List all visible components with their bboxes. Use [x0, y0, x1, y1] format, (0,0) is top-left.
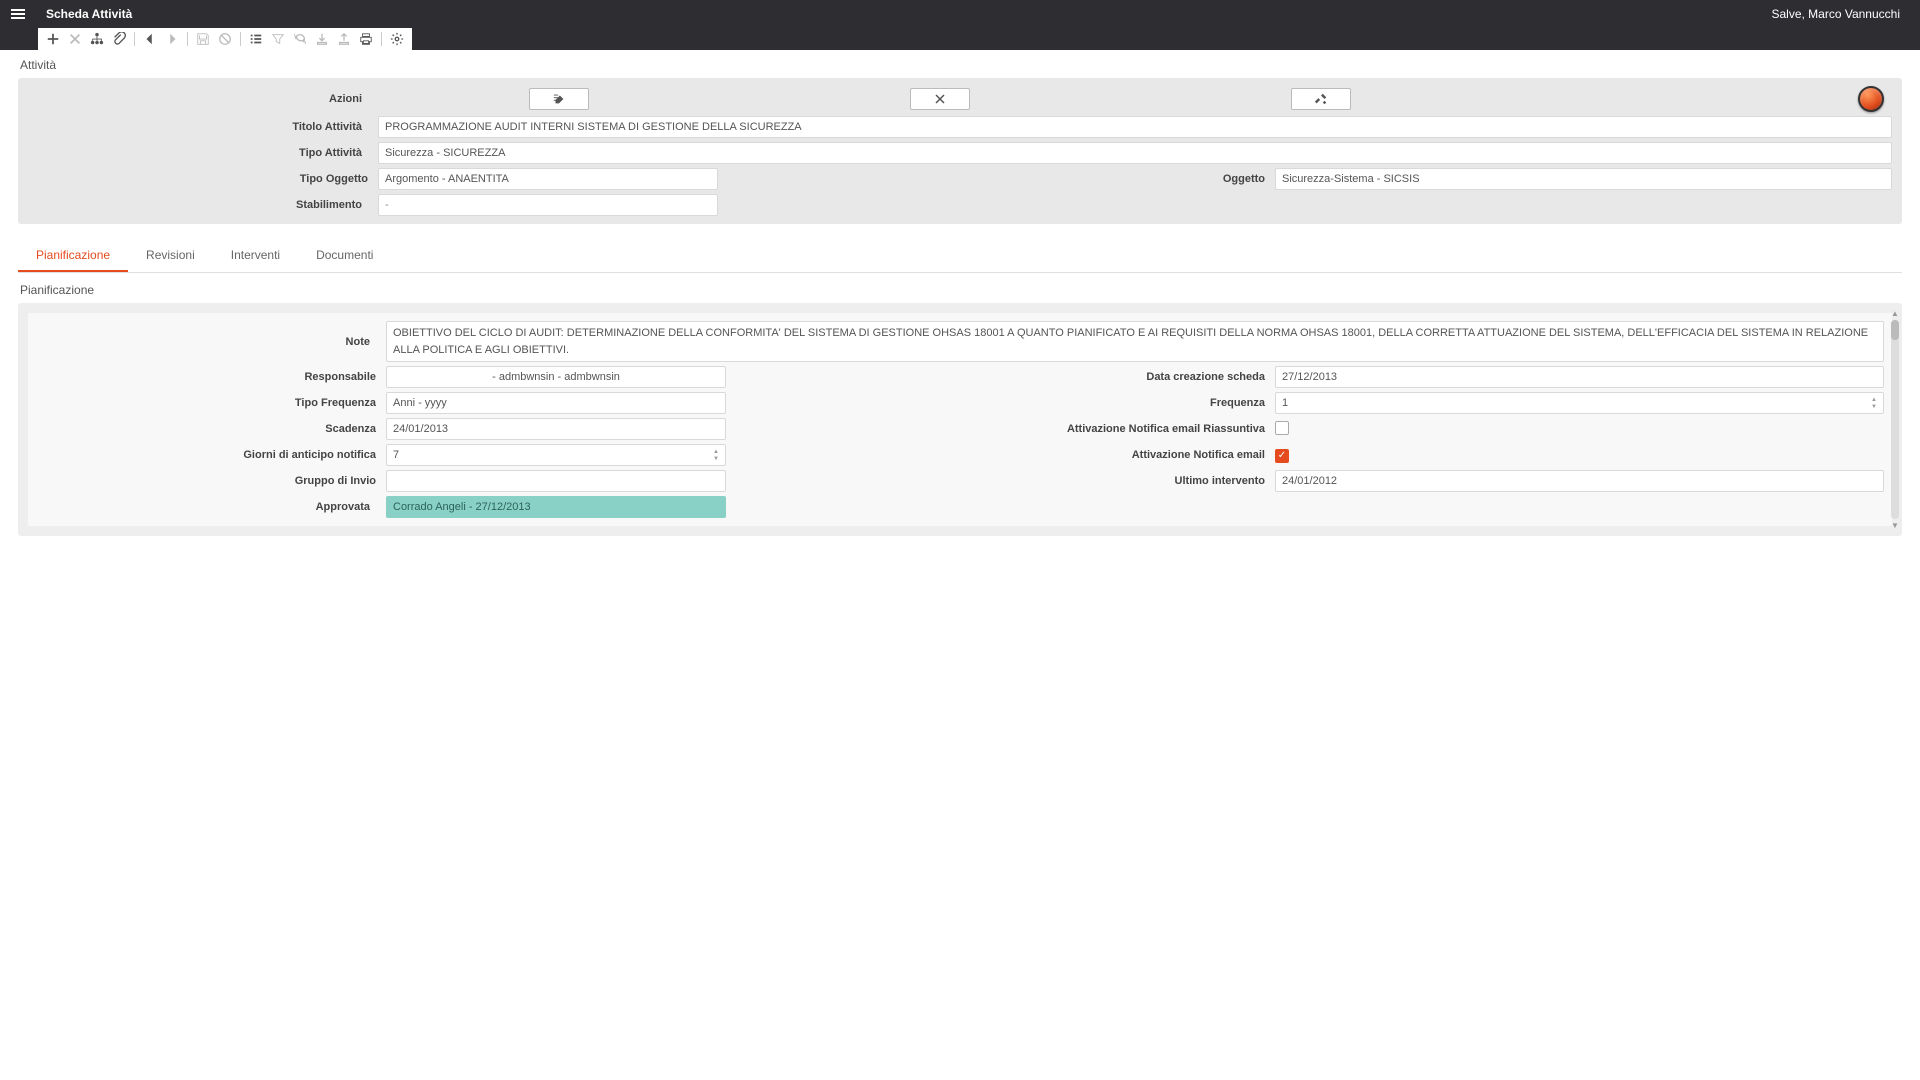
- label-tipo-attivita: Tipo Attività: [28, 147, 368, 159]
- panel-attivita: Azioni Titolo Attività PROGRAMMAZIONE AU…: [18, 78, 1902, 224]
- spinner-icon[interactable]: ▲▼: [1871, 397, 1877, 410]
- label-data-creazione: Data creazione scheda: [965, 371, 1265, 383]
- tab-interventi[interactable]: Interventi: [213, 238, 298, 272]
- tipo-oggetto-field[interactable]: Argomento - ANAENTITA: [378, 168, 718, 190]
- action-tools-button[interactable]: [1291, 88, 1351, 110]
- print-icon[interactable]: [355, 28, 377, 50]
- section-title-pianificazione: Pianificazione: [18, 273, 1902, 303]
- menu-button[interactable]: [0, 0, 36, 28]
- scadenza-field[interactable]: 24/01/2013: [386, 418, 726, 440]
- label-notif-riassuntiva: Attivazione Notifica email Riassuntiva: [965, 423, 1265, 435]
- toolbar: [38, 28, 412, 50]
- frequenza-value: 1: [1282, 397, 1288, 409]
- note-field[interactable]: OBIETTIVO DEL CICLO DI AUDIT: DETERMINAZ…: [386, 321, 1884, 362]
- separator: [381, 32, 382, 46]
- tab-documenti[interactable]: Documenti: [298, 238, 391, 272]
- giorni-anticipo-value: 7: [393, 449, 399, 461]
- list-icon[interactable]: [245, 28, 267, 50]
- toolbar-wrap: [0, 28, 1920, 50]
- ultimo-intervento-field[interactable]: 24/01/2012: [1275, 470, 1884, 492]
- scrollbar[interactable]: ▲ ▼: [1890, 309, 1900, 530]
- label-tipo-oggetto: Tipo Oggetto: [28, 173, 368, 185]
- content-area: Attività Azioni Titolo Attività PROGRAMM…: [0, 50, 1920, 1080]
- notifica-riassuntiva-checkbox[interactable]: [1275, 421, 1289, 435]
- responsabile-field[interactable]: - admbwnsin - admbwnsin: [386, 366, 726, 388]
- scroll-down-icon[interactable]: ▼: [1891, 521, 1899, 530]
- export-icon[interactable]: [333, 28, 355, 50]
- forward-icon[interactable]: [161, 28, 183, 50]
- label-ultimo-intervento: Ultimo intervento: [965, 475, 1265, 487]
- tab-pianificazione[interactable]: Pianificazione: [18, 238, 128, 272]
- filter-icon[interactable]: [267, 28, 289, 50]
- action-edit-button[interactable]: [529, 88, 589, 110]
- label-approvata: Approvata: [36, 501, 376, 513]
- separator: [187, 32, 188, 46]
- tabs: Pianificazione Revisioni Interventi Docu…: [18, 238, 1902, 273]
- cancel-icon[interactable]: [214, 28, 236, 50]
- gruppo-invio-field[interactable]: [386, 470, 726, 492]
- data-creazione-field[interactable]: 27/12/2013: [1275, 366, 1884, 388]
- user-greeting: Salve, Marco Vannucchi: [1771, 7, 1900, 21]
- stabilimento-field[interactable]: -: [378, 194, 718, 216]
- label-scadenza: Scadenza: [36, 423, 376, 435]
- tree-icon[interactable]: [86, 28, 108, 50]
- label-notif-email: Attivazione Notifica email: [965, 449, 1265, 461]
- section-title-attivita: Attività: [18, 50, 1902, 78]
- giorni-anticipo-field[interactable]: 7 ▲▼: [386, 444, 726, 466]
- label-giorni-anticipo: Giorni di anticipo notifica: [36, 449, 376, 461]
- approvata-field: Corrado Angeli - 27/12/2013: [386, 496, 726, 518]
- label-note: Note: [36, 336, 376, 348]
- back-icon[interactable]: [139, 28, 161, 50]
- import-icon[interactable]: [311, 28, 333, 50]
- tipo-frequenza-field[interactable]: Anni - yyyy: [386, 392, 726, 414]
- window-title: Scheda Attività: [46, 7, 132, 21]
- separator: [240, 32, 241, 46]
- label-stabilimento: Stabilimento: [28, 199, 368, 211]
- save-icon[interactable]: [192, 28, 214, 50]
- close-icon[interactable]: [64, 28, 86, 50]
- label-azioni: Azioni: [28, 93, 368, 105]
- titolo-field[interactable]: PROGRAMMAZIONE AUDIT INTERNI SISTEMA DI …: [378, 116, 1892, 138]
- settings-icon[interactable]: [386, 28, 408, 50]
- refresh-icon[interactable]: [289, 28, 311, 50]
- action-close-button[interactable]: [910, 88, 970, 110]
- scroll-up-icon[interactable]: ▲: [1891, 309, 1899, 318]
- status-indicator: [1858, 86, 1884, 112]
- label-responsabile: Responsabile: [36, 371, 376, 383]
- label-titolo: Titolo Attività: [28, 121, 368, 133]
- tab-revisioni[interactable]: Revisioni: [128, 238, 213, 272]
- label-frequenza: Frequenza: [965, 397, 1265, 409]
- label-gruppo-invio: Gruppo di Invio: [36, 475, 376, 487]
- frequenza-field[interactable]: 1 ▲▼: [1275, 392, 1884, 414]
- panel-pianificazione: ▲ ▼ Note OBIETTIVO DEL CICLO DI AUDIT: D…: [18, 303, 1902, 536]
- attach-icon[interactable]: [108, 28, 130, 50]
- notifica-email-checkbox[interactable]: [1275, 449, 1289, 463]
- titlebar: Scheda Attività Salve, Marco Vannucchi: [0, 0, 1920, 28]
- separator: [134, 32, 135, 46]
- oggetto-field[interactable]: Sicurezza-Sistema - SICSIS: [1275, 168, 1892, 190]
- tipo-attivita-field[interactable]: Sicurezza - SICUREZZA: [378, 142, 1892, 164]
- label-tipo-frequenza: Tipo Frequenza: [36, 397, 376, 409]
- label-oggetto: Oggetto: [965, 173, 1265, 185]
- spinner-icon[interactable]: ▲▼: [713, 449, 719, 462]
- plus-icon[interactable]: [42, 28, 64, 50]
